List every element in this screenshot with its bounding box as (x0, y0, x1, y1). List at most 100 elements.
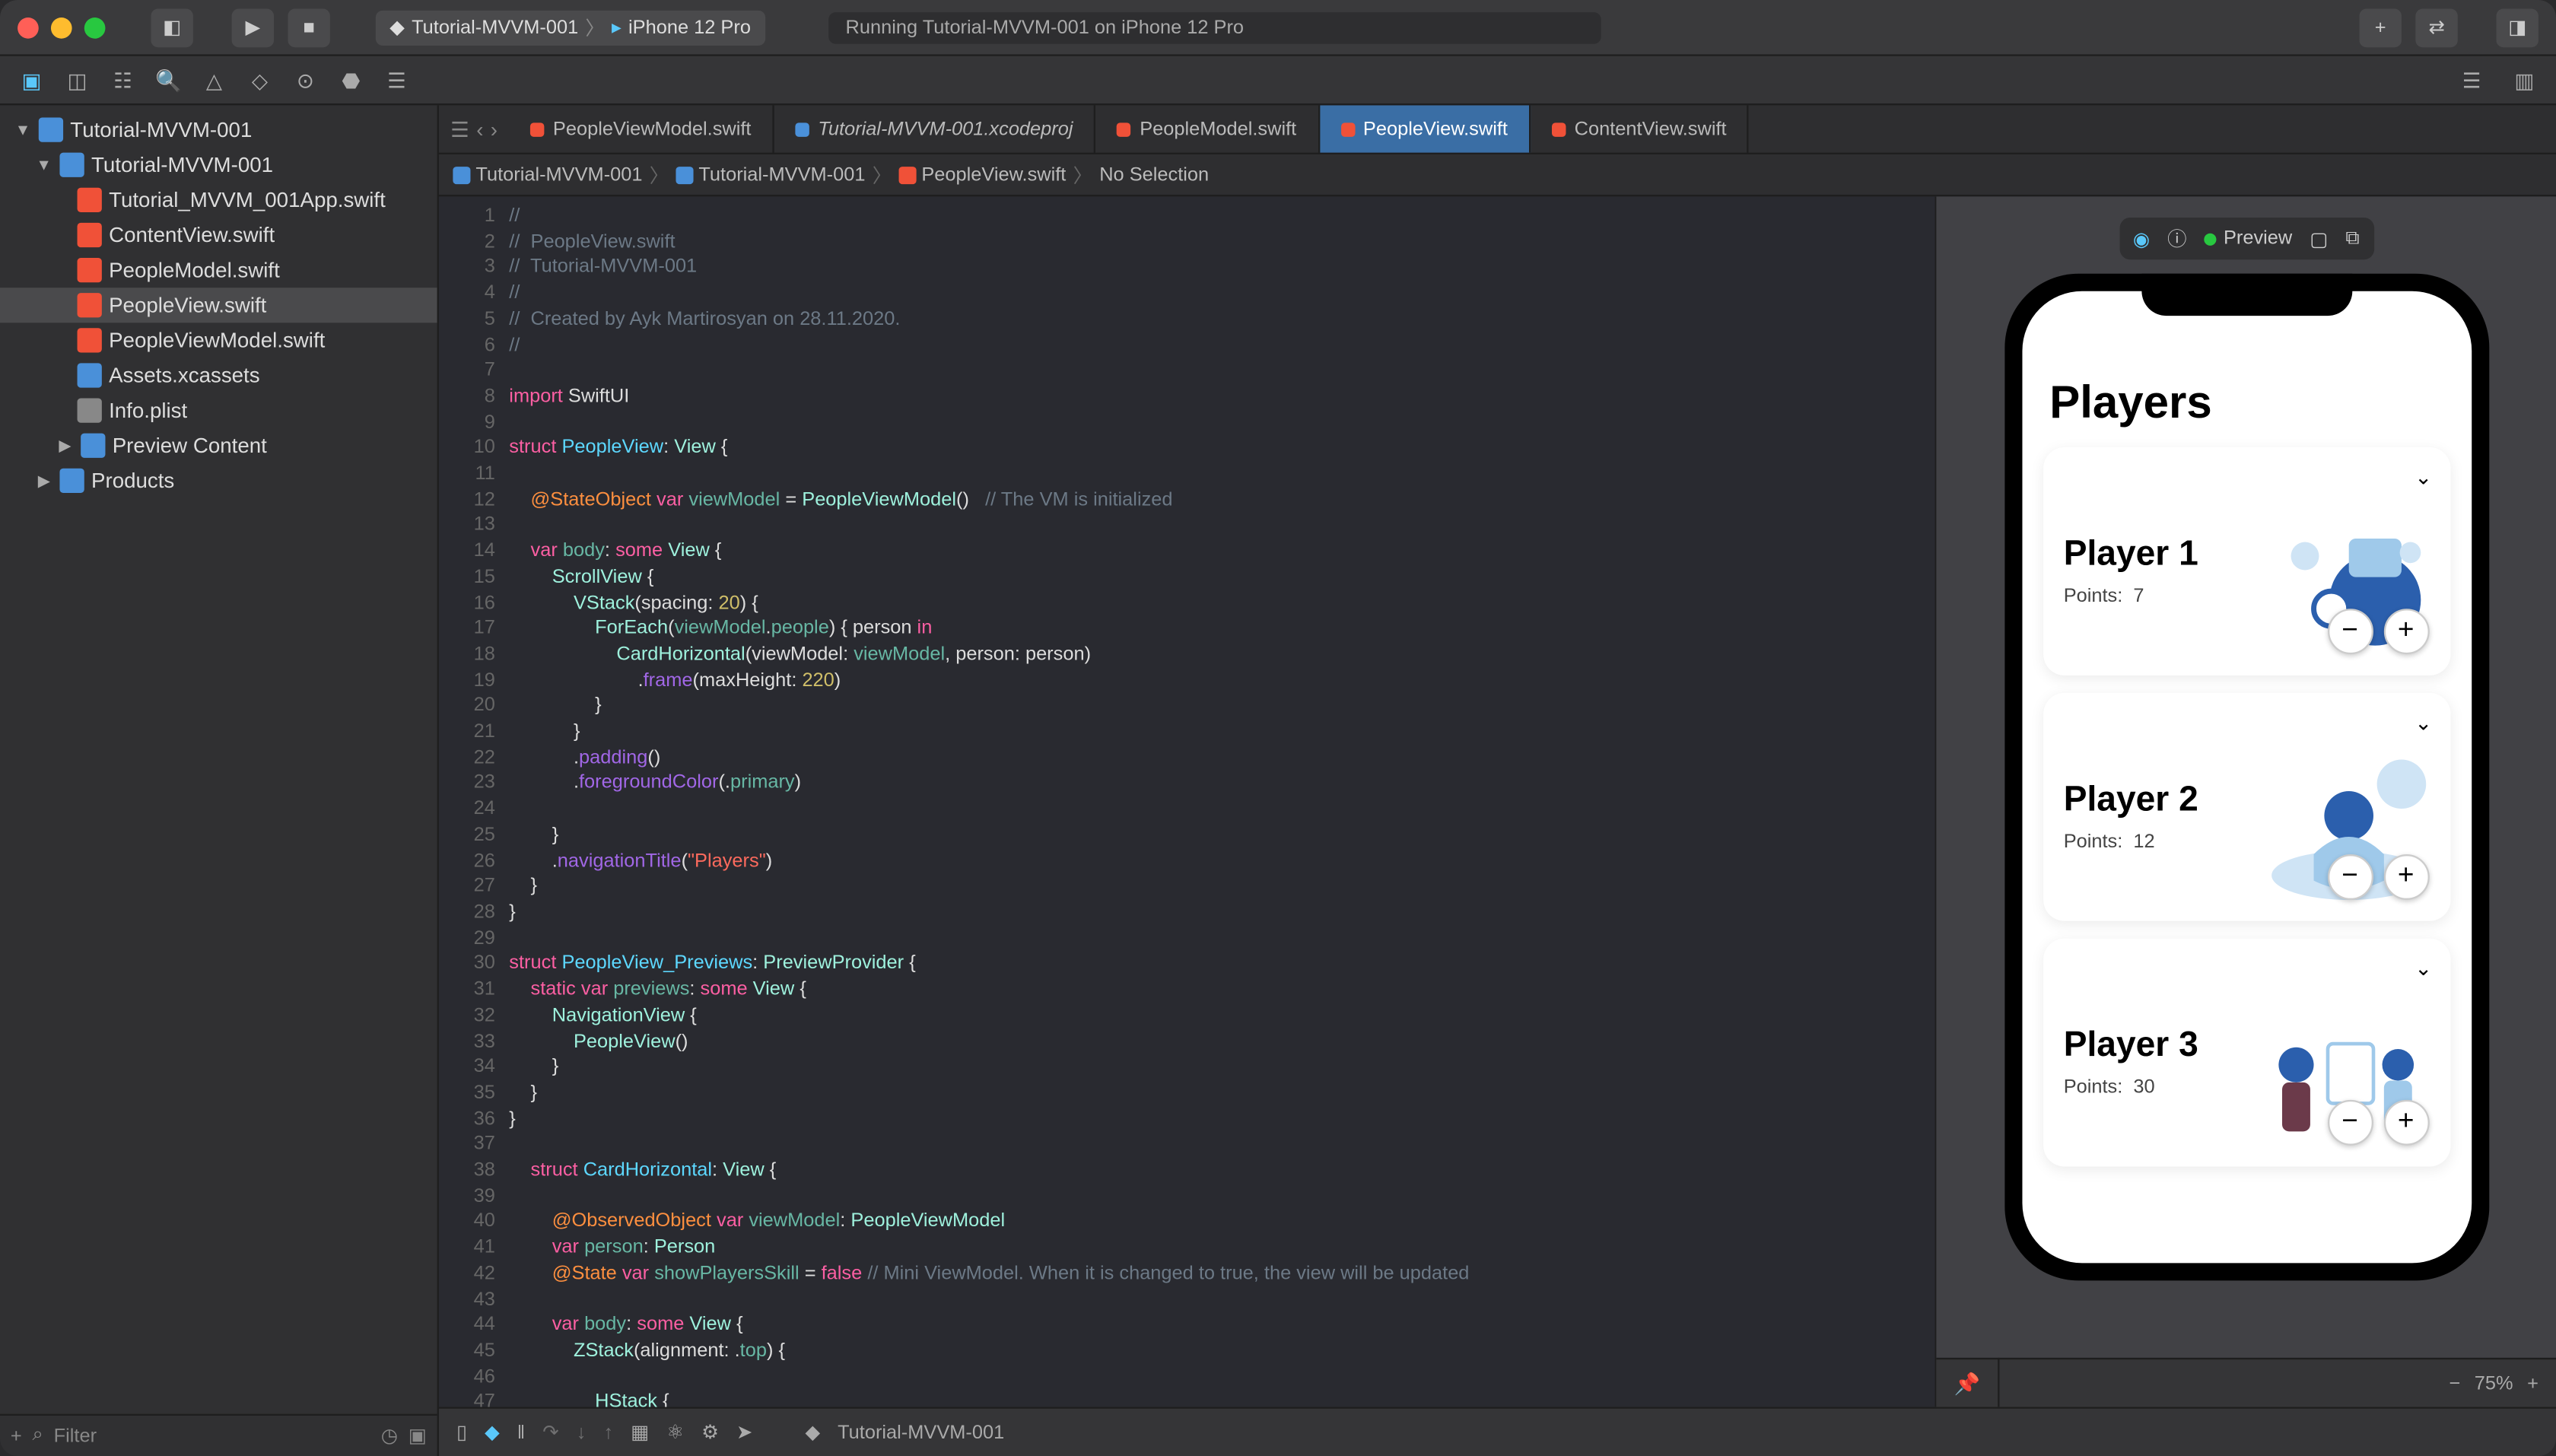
folder-icon (59, 153, 84, 177)
adjust-editor-icon[interactable]: ▥ (2510, 65, 2539, 94)
file-row[interactable]: Info.plist (0, 393, 437, 428)
chevron-right-icon: 〉 (650, 161, 669, 189)
disclosure-triangle-icon[interactable]: ▶ (35, 471, 52, 490)
device-settings-icon[interactable]: ▢ (2310, 227, 2328, 250)
editor-tab[interactable]: PeopleViewModel.swift (509, 105, 774, 152)
file-icon (1117, 122, 1130, 135)
toggle-inspector-icon[interactable]: ◨ (2497, 8, 2539, 46)
stop-button[interactable]: ■ (288, 8, 329, 46)
file-row[interactable]: PeopleViewModel.swift (0, 323, 437, 358)
source-control-icon[interactable]: ◫ (63, 65, 91, 94)
player-card[interactable]: ⌄ Player 1 Points: 7 − + (2043, 447, 2450, 676)
plus-button[interactable]: + (2383, 854, 2429, 900)
location-icon[interactable]: ➤ (736, 1421, 752, 1444)
step-over-icon[interactable]: ↷ (542, 1421, 558, 1444)
source-editor[interactable]: 1 2 3 4 5 6 7 8 9 10 11 12 13 14 15 16 1… (439, 196, 1934, 1407)
debug-navigator-icon[interactable]: ⊙ (291, 65, 320, 94)
zoom-level[interactable]: 75% (2475, 1372, 2513, 1394)
tab-label: Tutorial-MVVM-001.xcodeproj (818, 119, 1073, 140)
file-icon (78, 363, 102, 387)
debug-bar: ▯ ◆ ‖ ↷ ↓ ↑ ▦ ⚛ ⚙ ➤ ◆ Tutorial-MVVM-001 (439, 1407, 2556, 1456)
run-button[interactable]: ▶ (232, 8, 274, 46)
editor-tab[interactable]: PeopleModel.swift (1096, 105, 1320, 152)
breakpoint-navigator-icon[interactable]: ⬣ (337, 65, 365, 94)
editor-tab[interactable]: PeopleView.swift (1319, 105, 1531, 152)
duplicate-preview-icon[interactable]: ⧉ (2345, 227, 2359, 250)
preview-status[interactable]: Preview (2205, 228, 2293, 250)
file-row[interactable]: PeopleModel.swift (0, 253, 437, 288)
symbol-navigator-icon[interactable]: ☷ (109, 65, 137, 94)
disclosure-triangle-icon[interactable]: ▼ (14, 121, 31, 138)
close-window[interactable] (17, 17, 39, 38)
group-folder[interactable]: ▼ Tutorial-MVVM-001 (0, 148, 437, 183)
minus-button[interactable]: − (2327, 854, 2373, 900)
file-row[interactable]: Assets.xcassets (0, 358, 437, 393)
minus-button[interactable]: − (2327, 1100, 2373, 1146)
chevron-down-icon[interactable]: ⌄ (2415, 465, 2432, 489)
code-content[interactable]: // // PeopleView.swift // Tutorial-MVVM-… (509, 196, 1934, 1407)
chevron-down-icon[interactable]: ⌄ (2415, 711, 2432, 735)
pause-icon[interactable]: ‖ (517, 1422, 525, 1443)
scm-icon[interactable]: ▣ (409, 1424, 427, 1447)
forward-icon[interactable]: › (491, 116, 498, 141)
related-items-icon[interactable]: ☰ (450, 116, 469, 141)
navigator-filter[interactable]: + ⌕ Filter ◷ ▣ (0, 1414, 437, 1456)
report-navigator-icon[interactable]: ☰ (383, 65, 411, 94)
view-debug-icon[interactable]: ▦ (631, 1421, 649, 1444)
issue-navigator-icon[interactable]: △ (200, 65, 228, 94)
disclosure-triangle-icon[interactable]: ▶ (56, 436, 74, 455)
breadcrumb[interactable]: Tutorial-MVVM-001 (453, 164, 642, 186)
plus-button[interactable]: + (2383, 609, 2429, 654)
memory-graph-icon[interactable]: ⚛ (666, 1421, 684, 1444)
step-into-icon[interactable]: ↓ (577, 1422, 587, 1443)
chevron-right-icon: 〉 (1073, 161, 1092, 189)
zoom-out-icon[interactable]: − (2449, 1372, 2460, 1394)
products-folder[interactable]: ▶ Products (0, 463, 437, 498)
jump-bar[interactable]: Tutorial-MVVM-001 〉 Tutorial-MVVM-001 〉 … (439, 154, 2556, 196)
project-icon (39, 118, 63, 142)
minimize-window[interactable] (51, 17, 72, 38)
device-screen[interactable]: Players ⌄ Player 1 Points: 7 − + ⌄ Playe… (2021, 291, 2471, 1264)
pin-preview-icon[interactable]: 📌 (1936, 1358, 1999, 1407)
recent-icon[interactable]: ◷ (381, 1424, 398, 1447)
player-card[interactable]: ⌄ Player 3 Points: 30 − + (2043, 939, 2450, 1167)
hide-debug-icon[interactable]: ▯ (456, 1421, 467, 1444)
plus-button[interactable]: + (2383, 1100, 2429, 1146)
project-navigator-icon[interactable]: ▣ (17, 65, 46, 94)
scheme-selector[interactable]: ◆ Tutorial-MVVM-001 〉 ▸ iPhone 12 Pro (376, 10, 765, 45)
breadcrumb[interactable]: No Selection (1099, 164, 1209, 186)
disclosure-triangle-icon[interactable]: ▼ (35, 156, 52, 173)
file-icon (1340, 122, 1354, 135)
inspect-icon[interactable]: ⓘ (2167, 224, 2186, 253)
environment-icon[interactable]: ⚙ (701, 1421, 719, 1444)
add-button[interactable]: + (2360, 8, 2402, 46)
step-out-icon[interactable]: ↑ (603, 1422, 613, 1443)
live-preview-icon[interactable]: ◉ (2133, 227, 2150, 250)
breadcrumb[interactable]: Tutorial-MVVM-001 (676, 164, 865, 186)
test-navigator-icon[interactable]: ◇ (246, 65, 274, 94)
editor-options-icon[interactable]: ☰ (2458, 65, 2486, 94)
file-row[interactable]: Tutorial_MVVM_001App.swift (0, 183, 437, 218)
zoom-window[interactable] (84, 17, 106, 38)
toggle-navigator-icon[interactable]: ◧ (151, 8, 192, 46)
library-button[interactable]: ⇄ (2415, 8, 2457, 46)
tab-history[interactable]: ☰ ‹ › (439, 105, 509, 152)
file-icon (795, 122, 809, 135)
chevron-down-icon[interactable]: ⌄ (2415, 956, 2432, 981)
zoom-in-icon[interactable]: + (2527, 1372, 2539, 1394)
breadcrumb[interactable]: PeopleView.swift (898, 164, 1066, 186)
player-card[interactable]: ⌄ Player 2 Points: 12 − + (2043, 693, 2450, 921)
project-root[interactable]: ▼ Tutorial-MVVM-001 (0, 113, 437, 148)
file-row[interactable]: PeopleView.swift (0, 288, 437, 323)
file-row[interactable]: ContentView.swift (0, 218, 437, 253)
preview-content-folder[interactable]: ▶ Preview Content (0, 428, 437, 463)
editor-tab[interactable]: Tutorial-MVVM-001.xcodeproj (774, 105, 1096, 152)
minus-button[interactable]: − (2327, 609, 2373, 654)
add-icon[interactable]: + (11, 1426, 22, 1447)
line-gutter: 1 2 3 4 5 6 7 8 9 10 11 12 13 14 15 16 1… (439, 196, 509, 1407)
find-navigator-icon[interactable]: 🔍 (154, 65, 183, 94)
back-icon[interactable]: ‹ (476, 116, 483, 141)
breakpoints-icon[interactable]: ◆ (485, 1421, 500, 1444)
debug-target[interactable]: Tutorial-MVVM-001 (838, 1422, 1004, 1443)
editor-tab[interactable]: ContentView.swift (1531, 105, 1750, 152)
